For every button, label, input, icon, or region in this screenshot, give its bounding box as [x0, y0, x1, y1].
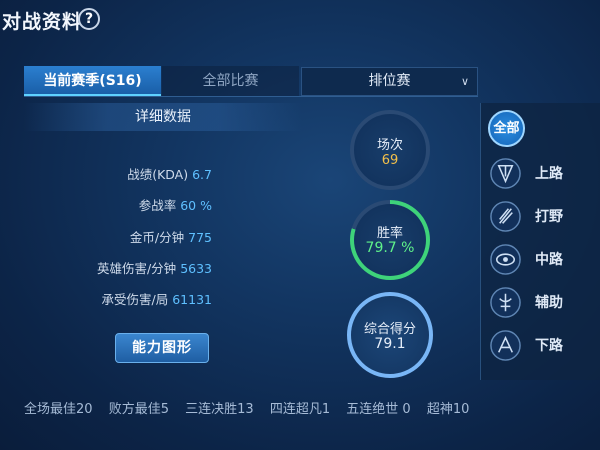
games-value: 69 — [381, 153, 399, 168]
honor-value: 1 — [321, 402, 331, 417]
honor-stats: 全场最佳20 败方最佳5 三连决胜13 四连超凡1 五连绝世 0 超神10 — [24, 398, 481, 417]
divider — [24, 96, 478, 97]
honor-label: 败方最佳 — [108, 402, 161, 417]
page-title: 对战资料 — [2, 11, 83, 33]
honor-penta-kill: 五连绝世 0 — [346, 402, 410, 417]
role-all-badge: 全部 — [488, 110, 525, 147]
role-label: 上路 — [535, 166, 563, 182]
stat-row-kda: 战绩(KDA) 6.7 — [127, 164, 212, 183]
role-label: 辅助 — [535, 295, 563, 311]
detail-section-title: 详细数据 — [24, 103, 302, 131]
stat-value: 775 — [188, 230, 212, 245]
honor-quadra-kill: 四连超凡1 — [270, 402, 330, 417]
bot-lane-icon — [490, 330, 521, 361]
stat-value: 5633 — [180, 261, 212, 276]
games-label: 场次 — [376, 138, 403, 153]
role-item-top[interactable]: 上路 — [481, 153, 600, 193]
honor-value: 20 — [76, 402, 93, 417]
score-label: 综合得分 — [363, 322, 416, 337]
honor-label: 四连超凡 — [269, 402, 322, 417]
role-item-support[interactable]: 辅助 — [481, 282, 600, 322]
role-item-bot[interactable]: 下路 — [481, 325, 600, 365]
stat-row-gold-per-minute: 金币/分钟 775 — [130, 227, 212, 246]
role-item-jungle[interactable]: 打野 — [481, 196, 600, 236]
jungle-icon — [490, 201, 521, 232]
games-count-ring: 场次 69 — [350, 110, 430, 190]
help-icon[interactable]: ? — [78, 8, 100, 30]
honor-legendary: 超神10 — [427, 402, 470, 417]
stat-value: 6.7 — [192, 167, 212, 182]
mode-select[interactable]: 排位赛 ∨ — [301, 67, 478, 96]
winrate-label: 胜率 — [376, 226, 403, 241]
mid-lane-icon — [490, 244, 521, 275]
stat-row-hero-damage: 英雄伤害/分钟 5633 — [97, 258, 212, 277]
stat-label: 参战率 — [138, 198, 177, 213]
role-label: 下路 — [535, 338, 563, 354]
role-filter-panel: 全部 上路 打野 中路 辅助 下路 — [480, 103, 600, 380]
score-value: 79.1 — [374, 336, 406, 352]
honor-value: 13 — [237, 402, 254, 417]
mode-select-value: 排位赛 — [368, 73, 411, 89]
stat-label: 英雄伤害/分钟 — [96, 261, 177, 276]
support-icon — [490, 287, 521, 318]
battle-record-screen: 对战资料 ? 当前赛季(S16) 全部比赛 排位赛 ∨ 详细数据 战绩(KDA)… — [0, 0, 600, 450]
honor-value: 0 — [402, 402, 411, 417]
honor-label: 三连决胜 — [185, 402, 238, 417]
honor-triple-kill: 三连决胜13 — [185, 402, 254, 417]
honor-losing-mvp: 败方最佳5 — [109, 402, 169, 417]
honor-label: 全场最佳 — [24, 402, 77, 417]
tab-current-season[interactable]: 当前赛季(S16) — [24, 66, 161, 96]
honor-mvp: 全场最佳20 — [24, 402, 93, 417]
honor-value: 10 — [452, 402, 470, 417]
winrate-value: 79.7 % — [365, 240, 415, 256]
role-label: 打野 — [535, 209, 563, 225]
stat-row-damage-taken: 承受伤害/局 61131 — [102, 289, 212, 308]
ability-graph-button[interactable]: 能力图形 — [115, 333, 209, 363]
stat-label: 战绩(KDA) — [127, 167, 189, 182]
role-label: 中路 — [535, 252, 563, 268]
stat-value: 61131 — [172, 292, 212, 307]
honor-label: 五连绝世 — [346, 402, 403, 417]
stat-label: 金币/分钟 — [129, 230, 185, 245]
stat-label: 承受伤害/局 — [101, 292, 169, 307]
winrate-ring: 胜率 79.7 % — [350, 200, 430, 280]
role-item-mid[interactable]: 中路 — [481, 239, 600, 279]
overall-score-ring: 综合得分 79.1 — [347, 292, 433, 378]
honor-value: 5 — [160, 402, 169, 417]
chevron-down-icon: ∨ — [460, 75, 469, 88]
stat-row-participation: 参战率 60 % — [139, 195, 212, 214]
top-lane-icon — [490, 158, 521, 189]
role-item-all[interactable]: 全部 — [481, 107, 600, 147]
honor-label: 超神 — [426, 402, 453, 417]
tab-all-matches[interactable]: 全部比赛 — [162, 66, 299, 96]
stat-value: 60 % — [180, 198, 212, 213]
